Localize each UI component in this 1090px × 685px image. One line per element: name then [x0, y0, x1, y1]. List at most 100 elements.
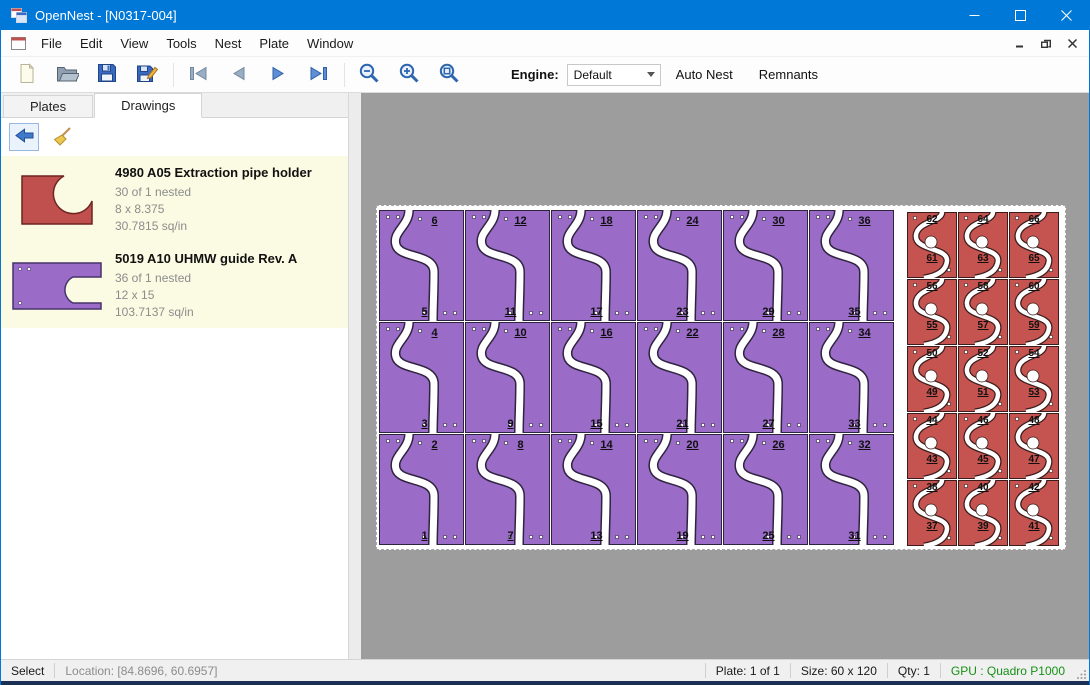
nested-part-cell[interactable]: 2827 — [723, 322, 808, 433]
part-number-label: 46 — [958, 415, 1008, 426]
nested-part-cell[interactable]: 65 — [379, 210, 464, 321]
nested-part-cell[interactable]: 4645 — [958, 413, 1008, 479]
nested-part-cell[interactable]: 2625 — [723, 434, 808, 545]
nested-part-cell[interactable]: 3635 — [809, 210, 894, 321]
nested-part-cell[interactable]: 43 — [379, 322, 464, 433]
menu-plate[interactable]: Plate — [250, 30, 298, 56]
part-number-label: 64 — [958, 214, 1008, 225]
drawing-nested-count: 30 of 1 nested — [115, 184, 312, 201]
menu-nest[interactable]: Nest — [206, 30, 251, 56]
save-as-button[interactable] — [131, 60, 163, 90]
minimize-button[interactable] — [951, 0, 997, 30]
mdi-minimize-button[interactable] — [1009, 34, 1031, 53]
nested-part-cell[interactable]: 4443 — [907, 413, 957, 479]
menu-view[interactable]: View — [111, 30, 157, 56]
zoom-fit-button[interactable] — [433, 60, 465, 90]
nested-part-cell[interactable]: 21 — [379, 434, 464, 545]
red-parts-grid: 626164636665 56 5558576059 504952515453 4443… — [907, 212, 1059, 546]
toolbar-separator — [344, 63, 345, 87]
part-number-label: 17 — [554, 306, 639, 318]
zoom-in-button[interactable] — [393, 60, 425, 90]
main-area: Plates Drawings 4980 A05 Extraction pipe… — [1, 93, 1089, 659]
first-arrow-icon — [188, 65, 209, 85]
nested-part-cell[interactable]: 3837 — [907, 480, 957, 546]
purple-parts-grid: 6512111817242330293635 431091615222128273… — [379, 210, 894, 545]
new-document-icon — [17, 63, 37, 87]
save-button[interactable] — [91, 60, 123, 90]
nested-part-cell[interactable]: 5251 — [958, 346, 1008, 412]
close-button[interactable] — [1043, 0, 1089, 30]
auto-nest-button[interactable]: Auto Nest — [665, 62, 744, 88]
part-number-label: 38 — [907, 482, 957, 493]
nested-part-cell[interactable]: 6261 — [907, 212, 957, 278]
last-plate-button[interactable] — [302, 60, 334, 90]
panel-splitter[interactable] — [348, 93, 361, 659]
document-window-icon — [11, 37, 26, 50]
nest-canvas[interactable]: 6512111817242330293635431091615222128273… — [361, 93, 1089, 659]
part-number-label: 55 — [907, 320, 957, 331]
nested-part-cell[interactable]: 2019 — [637, 434, 722, 545]
titlebar: OpenNest - [N0317-004] — [1, 0, 1089, 30]
move-to-plate-button[interactable] — [9, 123, 39, 151]
next-arrow-icon — [268, 65, 289, 85]
drawing-size: 12 x 15 — [115, 287, 297, 304]
mdi-restore-button[interactable] — [1035, 34, 1057, 53]
remnants-button[interactable]: Remnants — [748, 62, 829, 88]
app-icon — [11, 8, 27, 23]
next-plate-button[interactable] — [262, 60, 294, 90]
nested-part-cell[interactable]: 1817 — [551, 210, 636, 321]
nested-part-cell[interactable]: 5857 — [958, 279, 1008, 345]
part-number-label: 42 — [1009, 482, 1059, 493]
resize-grip[interactable] — [1075, 660, 1089, 681]
new-button[interactable] — [11, 60, 43, 90]
part-number-label: 25 — [726, 530, 811, 542]
part-number-label: 9 — [468, 418, 553, 430]
part-number-label: 50 — [907, 348, 957, 359]
nested-part-cell[interactable]: 3029 — [723, 210, 808, 321]
menu-edit[interactable]: Edit — [71, 30, 111, 56]
nested-part-cell[interactable]: 3433 — [809, 322, 894, 433]
clear-button[interactable] — [48, 123, 78, 151]
menubar: File Edit View Tools Nest Plate Window — [1, 30, 1089, 57]
nested-part-cell[interactable]: 5453 — [1009, 346, 1059, 412]
nested-part-cell[interactable]: 4847 — [1009, 413, 1059, 479]
zoom-in-icon — [398, 62, 420, 87]
open-button[interactable] — [51, 60, 83, 90]
drawing-item[interactable]: 5019 A10 UHMW guide Rev. A 36 of 1 neste… — [1, 242, 348, 328]
window-controls — [951, 0, 1089, 30]
nested-part-cell[interactable]: 2423 — [637, 210, 722, 321]
menu-window[interactable]: Window — [298, 30, 362, 56]
engine-select[interactable]: Default — [567, 64, 661, 86]
nested-part-cell[interactable]: 1615 — [551, 322, 636, 433]
mdi-close-button[interactable] — [1061, 34, 1083, 53]
nested-part-cell[interactable]: 109 — [465, 322, 550, 433]
drawing-item[interactable]: 4980 A05 Extraction pipe holder 30 of 1 … — [1, 156, 348, 242]
first-plate-button[interactable] — [182, 60, 214, 90]
maximize-button[interactable] — [997, 0, 1043, 30]
nested-part-cell[interactable]: 2221 — [637, 322, 722, 433]
nested-part-cell[interactable]: 3231 — [809, 434, 894, 545]
nested-part-cell[interactable]: 87 — [465, 434, 550, 545]
menu-tools[interactable]: Tools — [157, 30, 205, 56]
tab-drawings[interactable]: Drawings — [94, 93, 202, 118]
nested-part-cell[interactable]: 4241 — [1009, 480, 1059, 546]
mdi-window-controls — [1009, 34, 1089, 53]
app-window: OpenNest - [N0317-004] File Edit View To… — [0, 0, 1090, 685]
nested-part-cell[interactable]: 1413 — [551, 434, 636, 545]
previous-plate-button[interactable] — [222, 60, 254, 90]
nested-part-cell[interactable]: 5049 — [907, 346, 957, 412]
nested-part-cell[interactable]: 6463 — [958, 212, 1008, 278]
menu-file[interactable]: File — [32, 30, 71, 56]
nested-part-cell[interactable]: 56 55 — [907, 279, 957, 345]
nested-part-cell[interactable]: 6059 — [1009, 279, 1059, 345]
part-number-label: 56 — [907, 281, 957, 292]
nested-part-cell[interactable]: 6665 — [1009, 212, 1059, 278]
tab-plates[interactable]: Plates — [3, 95, 93, 117]
part-number-label: 39 — [958, 521, 1008, 532]
plate[interactable]: 6512111817242330293635431091615222128273… — [376, 205, 1066, 550]
zoom-out-icon — [358, 62, 380, 87]
nested-part-cell[interactable]: 4039 — [958, 480, 1008, 546]
zoom-out-button[interactable] — [353, 60, 385, 90]
status-size: Size: 60 x 120 — [791, 664, 887, 678]
nested-part-cell[interactable]: 1211 — [465, 210, 550, 321]
